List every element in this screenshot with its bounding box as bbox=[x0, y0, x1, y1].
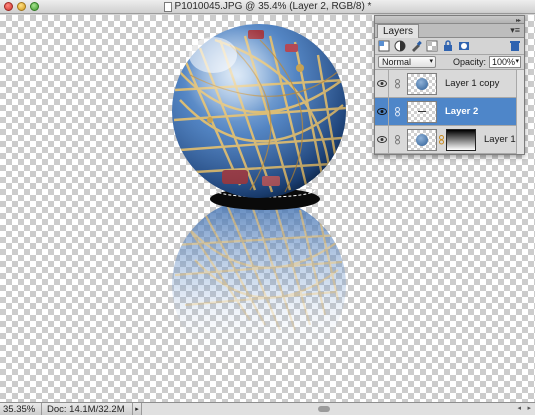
layer-row-layer-2[interactable]: Layer 2 bbox=[375, 98, 524, 126]
blend-mode-select[interactable]: Normal ▾ bbox=[378, 56, 436, 68]
layer-name: Layer 1 bbox=[484, 134, 516, 145]
lock-transparency-icon[interactable] bbox=[426, 40, 438, 52]
layers-panel: ▸▸ Layers ▾≡ Normal ▾ Opacity: 100% ▾ La… bbox=[374, 15, 525, 155]
link-icon[interactable] bbox=[389, 70, 405, 97]
sphere-reflection bbox=[172, 198, 346, 372]
layer-name: Layer 1 copy bbox=[445, 78, 500, 89]
layer-name: Layer 2 bbox=[445, 106, 479, 117]
window-title: P1010045.JPG @ 35.4% (Layer 2, RGB/8) * bbox=[174, 1, 372, 12]
ferris-wheel-sphere bbox=[172, 24, 346, 198]
tab-layers[interactable]: Layers bbox=[377, 24, 420, 38]
horizontal-scrollbar[interactable]: ◂ ▸ bbox=[142, 403, 535, 415]
blend-mode-value: Normal bbox=[382, 57, 412, 67]
brush-icon[interactable] bbox=[410, 40, 422, 52]
scroll-left-icon[interactable]: ◂ bbox=[517, 404, 521, 412]
layers-toolbar bbox=[375, 38, 524, 55]
chevron-down-icon: ▾ bbox=[429, 58, 433, 65]
layer-thumbnail bbox=[407, 72, 437, 95]
layer-options-row: Normal ▾ Opacity: 100% ▾ bbox=[375, 55, 524, 70]
lock-icon[interactable] bbox=[442, 40, 454, 52]
close-icon[interactable] bbox=[4, 2, 13, 11]
eye-icon[interactable] bbox=[375, 126, 389, 153]
doc-size-info: Doc: 14.1M/32.2M bbox=[47, 403, 125, 415]
eye-icon[interactable] bbox=[375, 70, 389, 97]
adjustment-layer-icon[interactable] bbox=[394, 40, 406, 52]
opacity-label: Opacity: bbox=[453, 57, 487, 67]
layer-thumbnail bbox=[407, 100, 437, 123]
link-icon[interactable] bbox=[389, 126, 405, 153]
panel-scrollbar[interactable] bbox=[516, 70, 524, 154]
opacity-value: 100% bbox=[492, 57, 516, 67]
document-icon bbox=[163, 1, 172, 12]
zoom-icon[interactable] bbox=[30, 2, 39, 11]
trash-icon[interactable] bbox=[509, 40, 521, 52]
eye-icon[interactable] bbox=[375, 98, 389, 125]
mask-link-icon[interactable] bbox=[439, 134, 445, 145]
layer-mask-icon[interactable] bbox=[458, 40, 470, 52]
panel-tab-row: Layers ▾≡ bbox=[375, 24, 524, 38]
minimize-icon[interactable] bbox=[17, 2, 26, 11]
opacity-input[interactable]: 100% ▾ bbox=[489, 56, 522, 68]
chevron-down-icon: ▾ bbox=[515, 58, 520, 65]
window-title-group: P1010045.JPG @ 35.4% (Layer 2, RGB/8) * bbox=[163, 1, 372, 12]
scroll-right-icon[interactable]: ▸ bbox=[527, 404, 531, 412]
zoom-level[interactable]: 35.35% bbox=[0, 403, 42, 415]
panel-header[interactable]: ▸▸ bbox=[375, 16, 524, 24]
status-menu-icon[interactable]: ▸ bbox=[132, 403, 142, 415]
link-icon[interactable] bbox=[389, 98, 405, 125]
new-layer-icon[interactable] bbox=[378, 40, 390, 52]
panel-collapse-icon[interactable]: ▸▸ bbox=[516, 17, 521, 24]
layer-row-layer-1[interactable]: Layer 1 bbox=[375, 126, 524, 154]
window-titlebar: P1010045.JPG @ 35.4% (Layer 2, RGB/8) * bbox=[0, 0, 535, 14]
window-controls bbox=[4, 2, 39, 11]
layer-mask-thumbnail[interactable] bbox=[446, 128, 476, 151]
panel-menu-icon[interactable]: ▾≡ bbox=[510, 25, 520, 36]
status-bar: 35.35% Doc: 14.1M/32.2M ▸ ◂ ▸ bbox=[0, 402, 535, 415]
layer-thumbnail bbox=[407, 128, 437, 151]
layer-row-layer-1-copy[interactable]: Layer 1 copy bbox=[375, 70, 524, 98]
scroll-thumb[interactable] bbox=[318, 406, 330, 412]
